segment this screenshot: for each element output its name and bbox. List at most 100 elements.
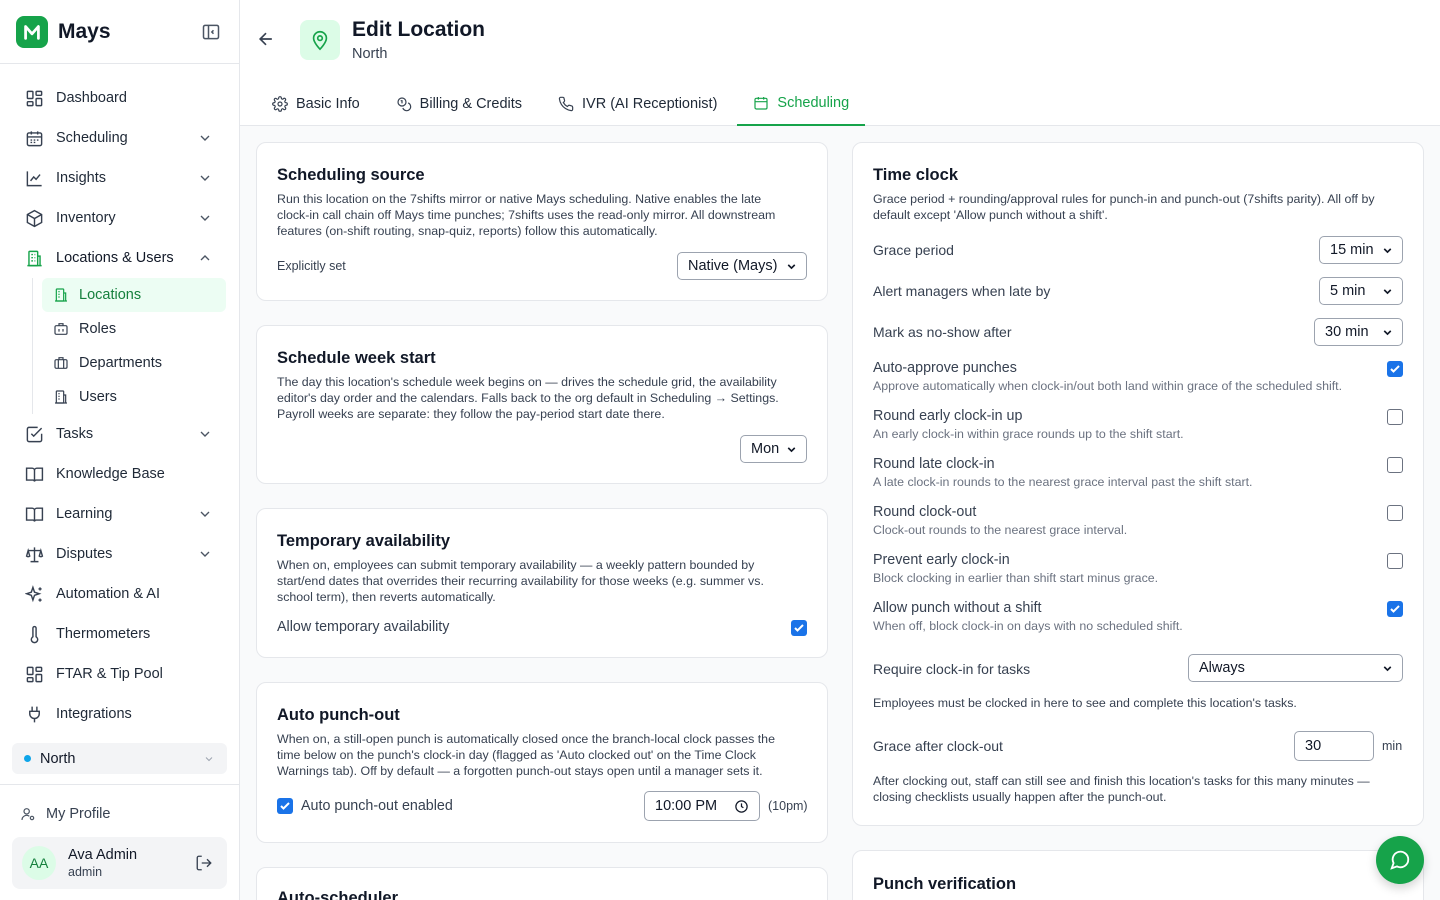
require-clockin-select[interactable]: Always bbox=[1188, 654, 1403, 682]
chevron-down-icon bbox=[197, 546, 213, 562]
select-value: 5 min bbox=[1330, 283, 1366, 299]
avatar: AA bbox=[22, 846, 56, 880]
auto-approve-label: Auto-approve punches bbox=[873, 360, 1017, 376]
sidebar-subitem-departments[interactable]: Departments bbox=[42, 346, 226, 380]
round-clock-out-checkbox[interactable] bbox=[1387, 505, 1403, 521]
allow-temp-availability-label: Allow temporary availability bbox=[277, 619, 450, 635]
sidebar-collapse-icon[interactable] bbox=[199, 20, 223, 44]
sidebar-item-knowledge-base[interactable]: Knowledge Base bbox=[0, 454, 239, 494]
sidebar-item-label: Insights bbox=[56, 170, 106, 186]
grace-after-input[interactable]: 30 bbox=[1294, 731, 1374, 761]
round-late-label: Round late clock-in bbox=[873, 456, 995, 472]
require-clockin-note: Employees must be clocked in here to see… bbox=[873, 696, 1297, 710]
auto-punch-out-checkbox[interactable] bbox=[277, 798, 293, 814]
card-description: The day this location's schedule week be… bbox=[277, 374, 779, 422]
auto-scheduler-card: Auto-scheduler bbox=[256, 867, 828, 900]
page-header: Edit Location North Basic Info Billing &… bbox=[240, 0, 1440, 126]
no-show-select[interactable]: 30 min bbox=[1314, 318, 1403, 346]
allow-no-shift-checkbox[interactable] bbox=[1387, 601, 1403, 617]
week-start-select[interactable]: Mon bbox=[740, 435, 807, 463]
card-description: When on, employees can submit temporary … bbox=[277, 557, 764, 605]
tab-scheduling[interactable]: Scheduling bbox=[737, 82, 866, 126]
sidebar-subitem-locations[interactable]: Locations bbox=[42, 278, 226, 312]
building-icon bbox=[53, 389, 69, 405]
sidebar-item-ftar-tip-pool[interactable]: FTAR & Tip Pool bbox=[0, 654, 239, 694]
sidebar-item-disputes[interactable]: Disputes bbox=[0, 534, 239, 574]
desc-line: time below on the punch's clock-in day (… bbox=[277, 748, 756, 762]
prevent-early-label: Prevent early clock-in bbox=[873, 552, 1010, 568]
dashboard-icon bbox=[24, 88, 44, 108]
chevron-up-icon bbox=[197, 250, 213, 266]
clock-icon[interactable] bbox=[734, 799, 749, 814]
tab-basic-info[interactable]: Basic Info bbox=[256, 82, 376, 126]
desc-line: After clocking out, staff can still see … bbox=[873, 774, 1370, 788]
sidebar-item-label: Dashboard bbox=[56, 90, 127, 106]
auto-punch-out-label: Auto punch-out enabled bbox=[301, 798, 453, 814]
grid-icon bbox=[24, 664, 44, 684]
gear-icon bbox=[272, 96, 288, 112]
sidebar-item-label: FTAR & Tip Pool bbox=[56, 666, 163, 682]
prevent-early-checkbox[interactable] bbox=[1387, 553, 1403, 569]
card-title: Time clock bbox=[873, 166, 958, 184]
sidebar-subitem-users[interactable]: Users bbox=[42, 380, 226, 414]
chevron-down-icon bbox=[197, 170, 213, 186]
desc-line: start/end dates that overrides their rec… bbox=[277, 574, 764, 588]
sidebar-item-dashboard[interactable]: Dashboard bbox=[0, 78, 239, 118]
book-open-icon bbox=[24, 504, 44, 524]
tab-label: Basic Info bbox=[296, 96, 360, 112]
my-profile-link[interactable]: My Profile bbox=[0, 785, 239, 843]
logout-icon[interactable] bbox=[195, 854, 213, 872]
round-late-checkbox[interactable] bbox=[1387, 457, 1403, 473]
sidebar-item-automation-ai[interactable]: Automation & AI bbox=[0, 574, 239, 614]
user-name: Ava Admin bbox=[68, 847, 138, 863]
desc-line: When on, a still-open punch is automatic… bbox=[277, 732, 775, 746]
sidebar-item-thermometers[interactable]: Thermometers bbox=[0, 614, 239, 654]
auto-punch-out-time-input[interactable]: 10:00 PM bbox=[644, 791, 760, 821]
time-value: 10:00 PM bbox=[655, 798, 718, 814]
card-title: Schedule week start bbox=[277, 349, 436, 367]
check-square-icon bbox=[24, 424, 44, 444]
sidebar-item-tasks[interactable]: Tasks bbox=[0, 414, 239, 454]
tab-bar: Basic Info Billing & Credits IVR (AI Rec… bbox=[256, 82, 869, 126]
no-show-label: Mark as no-show after bbox=[873, 324, 1012, 340]
sidebar-footer: My Profile AA Ava Admin admin bbox=[0, 784, 239, 889]
card-description: When on, a still-open punch is automatic… bbox=[277, 731, 775, 779]
briefcase-icon bbox=[53, 321, 69, 337]
sidebar-item-scheduling[interactable]: Scheduling bbox=[0, 118, 239, 158]
sidebar-item-insights[interactable]: Insights bbox=[0, 158, 239, 198]
select-value: 15 min bbox=[1330, 242, 1374, 258]
round-clock-out-help: Clock-out rounds to the nearest grace in… bbox=[873, 523, 1128, 537]
auto-approve-checkbox[interactable] bbox=[1387, 361, 1403, 377]
sidebar-item-label: Integrations bbox=[56, 706, 132, 722]
grace-period-select[interactable]: 15 min bbox=[1319, 236, 1403, 264]
allow-temp-availability-checkbox[interactable] bbox=[791, 620, 807, 636]
location-status-dot bbox=[24, 755, 31, 762]
grace-after-unit: min bbox=[1382, 739, 1403, 753]
scheduling-source-select[interactable]: Native (Mays) bbox=[677, 252, 807, 280]
app-name: Mays bbox=[58, 19, 111, 43]
chevron-down-icon bbox=[785, 443, 798, 456]
location-selector[interactable]: North bbox=[12, 743, 227, 774]
sidebar-item-learning[interactable]: Learning bbox=[0, 494, 239, 534]
sidebar-subitem-roles[interactable]: Roles bbox=[42, 312, 226, 346]
chat-button[interactable] bbox=[1376, 836, 1424, 884]
alert-late-select[interactable]: 5 min bbox=[1319, 277, 1403, 305]
round-early-checkbox[interactable] bbox=[1387, 409, 1403, 425]
calendar-icon bbox=[753, 95, 769, 111]
chevron-down-icon bbox=[1381, 326, 1394, 339]
back-arrow-icon[interactable] bbox=[256, 29, 278, 51]
desc-line: features (on-shift routing, snap-quiz, r… bbox=[277, 224, 658, 238]
sidebar-item-label: Disputes bbox=[56, 546, 113, 562]
chevron-down-icon bbox=[1381, 285, 1394, 298]
user-meta: Ava Admin admin bbox=[68, 847, 137, 879]
location-selector-value: North bbox=[40, 750, 76, 767]
sidebar-item-inventory[interactable]: Inventory bbox=[0, 198, 239, 238]
coins-icon bbox=[396, 96, 412, 112]
time-hint: (10pm) bbox=[768, 799, 808, 813]
sidebar-item-locations-users[interactable]: Locations & Users bbox=[0, 238, 239, 278]
thermometer-icon bbox=[24, 624, 44, 644]
chevron-down-icon bbox=[1381, 662, 1394, 675]
tab-billing-credits[interactable]: Billing & Credits bbox=[380, 82, 538, 126]
sidebar-item-integrations[interactable]: Integrations bbox=[0, 694, 239, 734]
tab-ivr[interactable]: IVR (AI Receptionist) bbox=[542, 82, 733, 126]
